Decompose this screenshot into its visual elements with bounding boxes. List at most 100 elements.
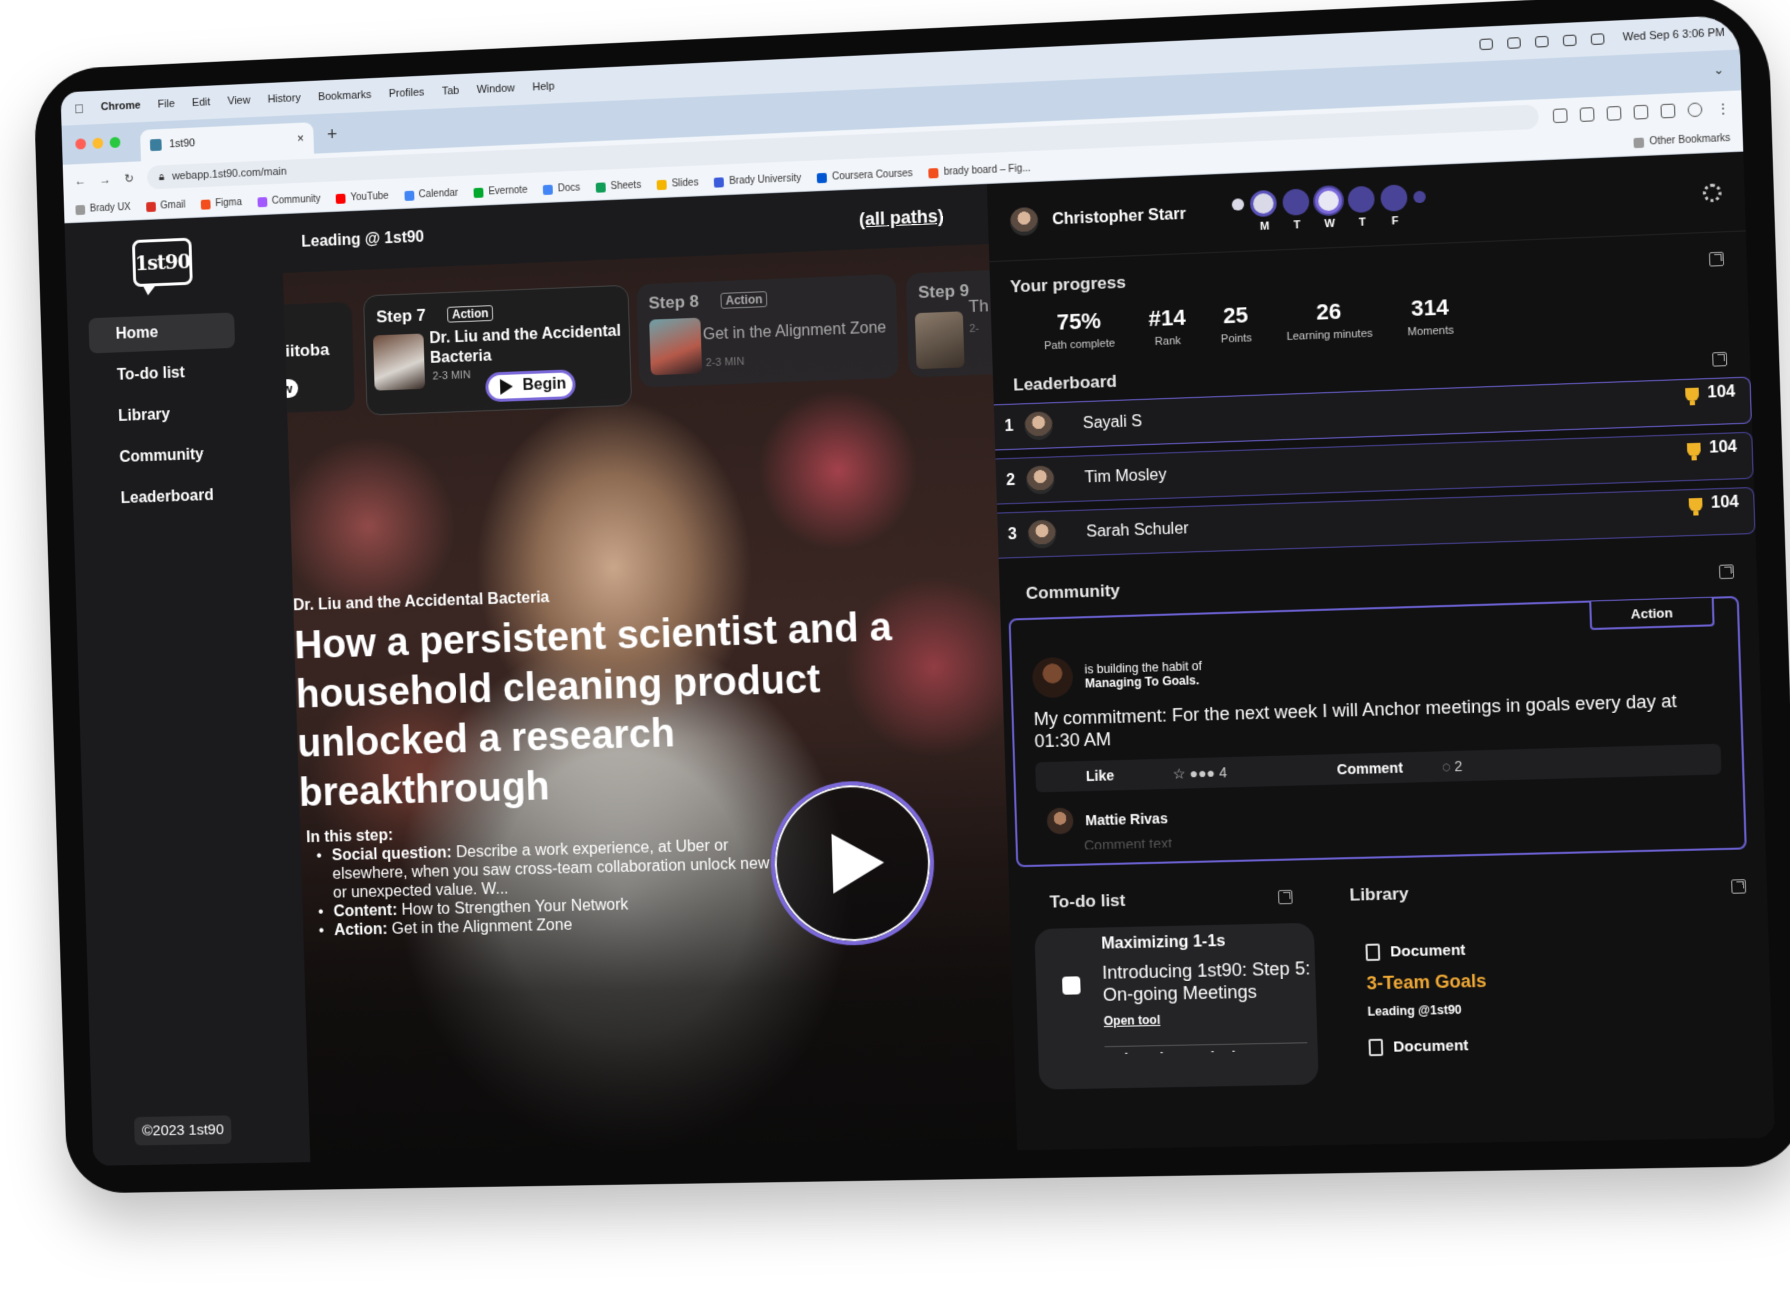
library-item[interactable]: Document 3-Team Goals Leading @1st90 [1351,935,1771,1019]
wifi-icon[interactable] [1534,35,1549,48]
favicon-icon [149,138,162,152]
menu-bookmarks[interactable]: Bookmarks [318,89,372,103]
stat-rank: #14 Rank [1148,304,1187,349]
close-window-button[interactable] [75,138,87,150]
brand-logo[interactable]: 1st90 [131,237,193,288]
bookmark-item[interactable]: Evernote [473,185,528,198]
menu-history[interactable]: History [267,92,300,105]
community-section: Community Action is building the habit o… [999,561,1765,868]
weekly-streak: M T W T F [1232,183,1427,234]
menu-view[interactable]: View [227,95,250,108]
menu-tab[interactable]: Tab [442,85,460,98]
menu-profiles[interactable]: Profiles [389,87,425,100]
control-center-icon[interactable] [1590,32,1605,45]
key-icon[interactable] [1552,108,1568,124]
expand-icon[interactable] [1277,889,1293,905]
search-icon[interactable] [1562,34,1577,46]
step-card-next[interactable]: Step 8 Action Get in the Alignment Zone … [636,273,899,388]
expand-icon[interactable] [1718,564,1734,580]
puzzle-icon[interactable] [1633,104,1649,120]
section-title: Leaderboard [1012,371,1118,395]
trophy-icon [1685,387,1700,401]
forward-icon[interactable]: → [99,172,111,186]
back-icon[interactable]: ← [74,174,86,188]
bookmark-item[interactable]: Brady UX [75,202,131,215]
section-title: Library [1349,884,1409,905]
bottom-grid: To-do list Maximizing 1-1s Introducing 1… [1009,876,1773,1090]
bookmark-item[interactable]: Slides [656,177,699,190]
menu-chrome[interactable]: Chrome [101,100,141,114]
todo-next-item[interactable]: Delegating Actively [1104,1042,1308,1055]
avatar[interactable] [1031,656,1074,699]
reactions[interactable]: ☆ ●●● 4 [1172,764,1227,783]
bluetooth-icon[interactable] [1479,37,1493,50]
section-title: To-do list [1049,890,1126,912]
open-tool-link[interactable]: Open tool [1104,1010,1317,1028]
bookmark-item[interactable]: Brady University [714,173,801,188]
main-content: Leading @ 1st90 (all paths) iitoba w Ste… [281,183,1018,1163]
expand-icon[interactable] [1712,351,1728,367]
reload-icon[interactable]: ↻ [124,171,134,185]
bookmark-item[interactable]: Sheets [595,180,641,193]
apple-icon[interactable]:  [74,101,84,116]
menu-window[interactable]: Window [476,82,515,96]
all-paths-link[interactable]: (all paths) [859,205,944,230]
bookmark-item[interactable]: Coursera Courses [816,168,913,183]
bookmark-item[interactable]: Docs [543,183,580,195]
bookmark-item[interactable]: Gmail [145,200,186,212]
commitment-text: My commitment: For the next week I will … [1033,690,1678,752]
star-icon[interactable] [1606,105,1622,121]
step-thumbnail [914,311,965,370]
sidepanel-icon[interactable] [1660,103,1676,119]
comment-button[interactable]: Comment [1337,759,1404,777]
other-bookmarks[interactable]: Other Bookmarks [1633,133,1730,148]
minimize-window-button[interactable] [92,137,104,149]
clock[interactable]: Wed Sep 6 3:06 PM [1623,27,1725,44]
battery-icon[interactable] [1506,36,1521,49]
sidebar-item-home[interactable]: Home [88,312,236,354]
begin-button[interactable]: Begin [485,369,576,403]
window-controls [75,136,121,150]
library-item-title[interactable]: 3-Team Goals [1366,965,1770,995]
todo-checkbox[interactable] [1062,976,1081,995]
menu-help[interactable]: Help [532,81,554,94]
streak-day: M [1250,189,1278,232]
library-item[interactable]: Document [1354,1031,1772,1057]
share-icon[interactable] [1579,107,1595,122]
community-post: Action is building the habit of Managing… [1008,595,1747,868]
bookmark-item[interactable]: brady board – Fig... [928,163,1031,178]
like-button[interactable]: Like [1086,767,1115,784]
trophy-icon [1688,497,1703,512]
close-tab-icon[interactable]: × [297,131,304,145]
expand-icon[interactable] [1708,251,1724,267]
bookmark-item[interactable]: YouTube [335,191,389,204]
bookmark-item[interactable]: Figma [200,197,242,210]
step-card-current[interactable]: Step 7 Action Dr. Liu and the Accidental… [363,284,633,416]
stat-learning-minutes: 26 Learning minutes [1286,298,1373,344]
expand-icon[interactable] [1731,879,1747,894]
profile-avatar[interactable] [1687,102,1703,118]
gear-icon[interactable] [1702,182,1722,202]
sidebar-nav: Home To-do list Library Community Leader… [67,310,290,518]
sidebar-item-todo[interactable]: To-do list [90,354,237,395]
menu-edit[interactable]: Edit [192,96,211,109]
sidebar-item-community[interactable]: Community [92,436,239,477]
avatar[interactable] [1009,206,1039,236]
bookmark-item[interactable]: Community [257,194,321,208]
menu-kebab-icon[interactable]: ⋮ [1717,101,1730,116]
copyright: ©2023 1st90 [133,1115,232,1146]
zoom-window-button[interactable] [109,136,121,149]
section-title: Community [1025,580,1121,603]
play-icon [831,832,886,894]
streak-day: T [1282,187,1311,232]
bookmark-item[interactable]: Calendar [404,188,458,201]
trophy-icon [1687,442,1702,456]
step-card-title: iitoba [285,340,330,361]
step-title: Get in the Alignment Zone [702,319,887,344]
step-card-previous[interactable]: iitoba w [283,301,355,413]
menu-file[interactable]: File [158,98,175,111]
new-tab-button[interactable]: + [327,124,338,145]
sidebar-item-leaderboard[interactable]: Leaderboard [93,477,240,517]
tab-search-icon[interactable]: ⌄ [1713,63,1724,78]
sidebar-item-library[interactable]: Library [91,395,238,436]
